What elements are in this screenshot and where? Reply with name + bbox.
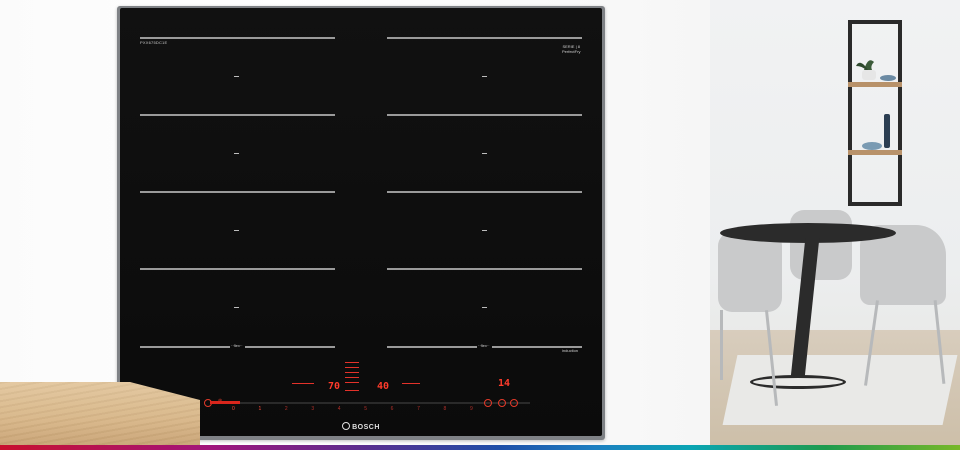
product-scene: PXX675DC1E SERIE | 8 PerfectFry ··flex··… <box>0 0 960 450</box>
zone-indicator <box>345 390 359 391</box>
zone-indicator <box>292 383 314 384</box>
zone-indicator <box>402 383 420 384</box>
zone-line <box>387 268 582 270</box>
zone-center-mark <box>482 307 487 308</box>
zone-line <box>387 346 477 348</box>
power-off-button[interactable] <box>510 399 518 407</box>
shelf-decor <box>856 60 896 150</box>
power-scale-step[interactable]: 9 <box>470 406 473 412</box>
kitchen-room-photo <box>710 0 960 445</box>
timer-display: 14 <box>498 378 511 389</box>
zone-line <box>387 191 582 193</box>
induction-label: induction <box>562 348 579 353</box>
chair-left <box>718 232 782 312</box>
power-scale-step[interactable]: 3 <box>311 406 314 412</box>
zone-line <box>140 268 335 270</box>
series-sub: PerfectFry <box>562 49 581 54</box>
zone-line <box>140 346 230 348</box>
power-scale-step[interactable]: 1 <box>258 406 261 412</box>
power-scale-step[interactable]: 7 <box>417 406 420 412</box>
zone-indicator <box>345 362 359 363</box>
zone-line <box>140 37 335 39</box>
zone-line <box>140 114 335 116</box>
rug <box>722 355 958 425</box>
zone-line <box>387 37 582 39</box>
power-slider-fill <box>210 401 240 404</box>
power-scale-step[interactable]: 5 <box>364 406 367 412</box>
zone-line <box>245 346 335 348</box>
brand-color-bar <box>0 445 960 450</box>
flex-zone-mark-right: ··flex·· <box>478 343 490 348</box>
zone-line <box>140 191 335 193</box>
chair-leg <box>720 310 723 380</box>
power-level-display-mid: 40 <box>377 381 390 392</box>
zone-center-mark <box>234 76 239 77</box>
flex-zone-mark-left: ··flex·· <box>231 343 243 348</box>
model-label: PXX675DC1E <box>140 40 168 45</box>
induction-hob-glass <box>120 8 602 436</box>
power-level-display-left: 70 <box>328 381 341 392</box>
power-scale-step[interactable]: 4 <box>338 406 341 412</box>
power-scale-step[interactable]: 0 <box>232 406 235 412</box>
power-slider-track[interactable] <box>210 402 530 404</box>
power-scale-step[interactable]: 8 <box>444 406 447 412</box>
zone-center-mark <box>234 307 239 308</box>
zone-center-mark <box>482 153 487 154</box>
power-scale-step[interactable]: 6 <box>391 406 394 412</box>
zone-indicator <box>345 377 359 378</box>
zone-line <box>387 114 582 116</box>
zone-center-mark <box>482 76 487 77</box>
lock-button[interactable] <box>498 399 506 407</box>
zone-center-mark <box>234 153 239 154</box>
brand-name: BOSCH <box>352 424 380 431</box>
timer-button[interactable] <box>484 399 492 407</box>
dining-table-base <box>750 375 846 389</box>
power-scale-step[interactable]: 2 <box>285 406 288 412</box>
bosch-ring-icon <box>342 422 351 430</box>
zone-indicator <box>345 372 359 373</box>
zone-indicator <box>345 367 359 368</box>
chair-back <box>790 210 852 280</box>
zone-center-mark <box>482 230 487 231</box>
zone-center-mark <box>234 230 239 231</box>
zone-indicator <box>345 382 359 383</box>
series-logo: SERIE | 8 PerfectFry <box>562 44 580 54</box>
